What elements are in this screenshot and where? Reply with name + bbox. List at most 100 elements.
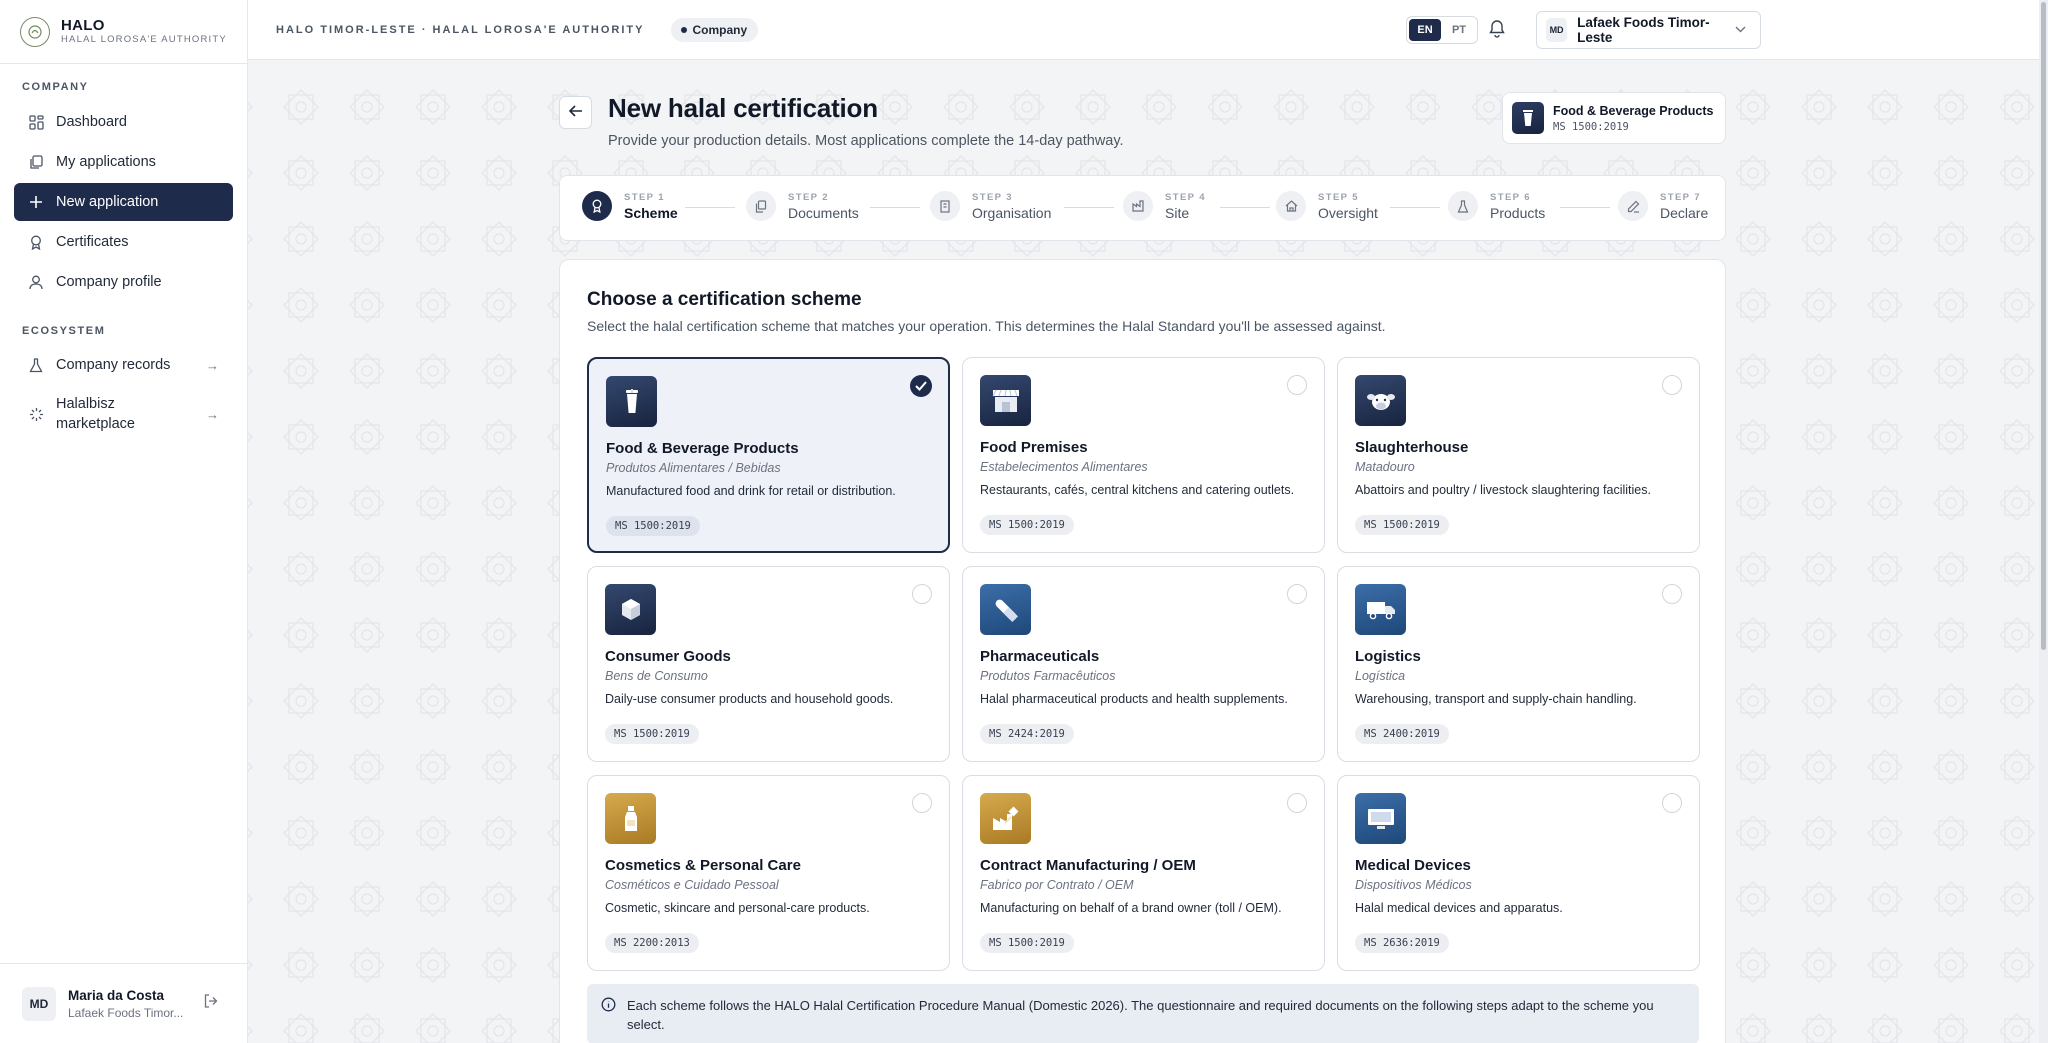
radio-button[interactable] <box>912 793 932 813</box>
selected-scheme-code: MS 1500:2019 <box>1553 120 1629 133</box>
flask-icon <box>1448 191 1478 221</box>
step-number: STEP 1 <box>624 191 665 203</box>
scheme-name: Pharmaceuticals <box>980 648 1100 665</box>
award-icon <box>582 191 612 221</box>
scrollbar-thumb[interactable] <box>2041 2 2046 650</box>
role-badge: Company <box>670 17 759 42</box>
sidebar-item-my-applications[interactable]: My applications <box>14 143 233 181</box>
brand[interactable]: HALO HALAL LOROSA'E AUTHORITY <box>0 0 247 64</box>
logout-icon[interactable] <box>203 993 219 1014</box>
step-documents[interactable]: STEP 2 Documents <box>746 191 859 221</box>
plus-icon <box>28 194 44 210</box>
page-title: New halal certification <box>608 93 878 123</box>
scheme-alt-name: Fabrico por Contrato / OEM <box>980 878 1134 892</box>
bell-icon[interactable] <box>1488 18 1506 43</box>
scheme-card-consumer-goods[interactable]: Consumer Goods Bens de Consumo Daily-use… <box>587 566 950 762</box>
nav-section-ecosystem: ECOSYSTEM <box>22 325 106 337</box>
step-name: Organisation <box>972 204 1052 221</box>
bottle-icon <box>605 793 656 844</box>
scheme-card-contract-manufacturing[interactable]: Contract Manufacturing / OEM Fabrico por… <box>962 775 1325 971</box>
selected-scheme-name: Food & Beverage Products <box>1553 103 1714 118</box>
sidebar-item-company-profile[interactable]: Company profile <box>14 263 233 301</box>
step-name: Products <box>1490 204 1546 221</box>
sidebar-item-label: My applications <box>56 154 156 170</box>
radio-button[interactable] <box>1287 793 1307 813</box>
step-name: Scheme <box>624 204 678 221</box>
radio-button[interactable] <box>1287 375 1307 395</box>
lang-en-button[interactable]: EN <box>1409 19 1441 41</box>
step-scheme[interactable]: STEP 1 Scheme <box>582 191 678 221</box>
scheme-code: MS 2636:2019 <box>1355 933 1449 953</box>
sidebar-item-label: Company profile <box>56 274 162 290</box>
radio-button[interactable] <box>1662 375 1682 395</box>
arrow-right-icon: → <box>206 357 219 373</box>
scheme-description: Daily-use consumer products and househol… <box>605 692 894 706</box>
store-icon <box>980 375 1031 426</box>
scheme-description: Halal pharmaceutical products and health… <box>980 692 1288 706</box>
radio-button[interactable] <box>1662 584 1682 604</box>
halo-logo-icon <box>20 16 50 47</box>
factory-icon <box>980 793 1031 844</box>
scheme-code: MS 2400:2019 <box>1355 724 1449 744</box>
arrow-left-icon <box>568 104 583 122</box>
scrollbar[interactable] <box>2039 0 2048 1043</box>
scheme-name: Logistics <box>1355 648 1421 665</box>
step-site[interactable]: STEP 4 Site <box>1123 191 1206 221</box>
lang-pt-button[interactable]: PT <box>1443 19 1475 41</box>
step-name: Oversight <box>1318 204 1378 221</box>
scheme-alt-name: Bens de Consumo <box>605 669 708 683</box>
panel-subtitle: Select the halal certification scheme th… <box>587 318 1386 334</box>
step-connector <box>1064 207 1114 208</box>
panel-title: Choose a certification scheme <box>587 289 862 310</box>
scheme-description: Manufactured food and drink for retail o… <box>606 484 896 498</box>
scheme-card-food-beverage[interactable]: Food & Beverage Products Produtos Alimen… <box>587 357 950 553</box>
scheme-description: Manufacturing on behalf of a brand owner… <box>980 901 1282 915</box>
sidebar: HALO HALAL LOROSA'E AUTHORITY COMPANY Da… <box>0 0 248 1043</box>
sidebar-item-label: Certificates <box>56 234 129 250</box>
scheme-card-food-premises[interactable]: Food Premises Estabelecimentos Alimentar… <box>962 357 1325 553</box>
box-icon <box>605 584 656 635</box>
stepper: STEP 1 Scheme STEP 2 Documents STEP 3 Organ… <box>559 175 1726 241</box>
sidebar-item-certificates[interactable]: Certificates <box>14 223 233 261</box>
scheme-description: Abattoirs and poultry / livestock slaugh… <box>1355 483 1651 497</box>
scheme-alt-name: Matadouro <box>1355 460 1415 474</box>
back-button[interactable] <box>559 96 592 129</box>
step-oversight[interactable]: STEP 5 Oversight <box>1276 191 1378 221</box>
user-name: Maria da Costa <box>68 987 165 1003</box>
sidebar-item-company-records[interactable]: Company records → <box>14 346 233 384</box>
step-organisation[interactable]: STEP 3 Organisation <box>930 191 1051 221</box>
radio-button[interactable] <box>912 584 932 604</box>
pen-icon <box>1618 191 1648 221</box>
step-number: STEP 3 <box>972 191 1013 203</box>
step-products[interactable]: STEP 6 Products <box>1448 191 1545 221</box>
step-number: STEP 5 <box>1318 191 1359 203</box>
sidebar-item-dashboard[interactable]: Dashboard <box>14 103 233 141</box>
cup-icon <box>606 376 657 427</box>
scheme-code: MS 1500:2019 <box>605 724 699 744</box>
scheme-card-medical-devices[interactable]: Medical Devices Dispositivos Médicos Hal… <box>1337 775 1700 971</box>
avatar[interactable]: MD <box>22 986 56 1021</box>
scheme-code: MS 1500:2019 <box>980 933 1074 953</box>
step-number: STEP 6 <box>1490 191 1531 203</box>
scheme-card-logistics[interactable]: Logistics Logística Warehousing, transpo… <box>1337 566 1700 762</box>
scheme-name: Slaughterhouse <box>1355 439 1469 456</box>
truck-icon <box>1355 584 1406 635</box>
org-select[interactable]: MD Lafaek Foods Timor-Leste <box>1536 11 1761 49</box>
scheme-card-pharmaceuticals[interactable]: Pharmaceuticals Produtos Farmacêuticos H… <box>962 566 1325 762</box>
step-declare[interactable]: STEP 7 Declare <box>1618 191 1708 221</box>
pill-icon <box>980 584 1031 635</box>
radio-button[interactable] <box>1662 793 1682 813</box>
scheme-card-cosmetics[interactable]: Cosmetics & Personal Care Cosméticos e C… <box>587 775 950 971</box>
scheme-card-slaughterhouse[interactable]: Slaughterhouse Matadouro Abattoirs and p… <box>1337 357 1700 553</box>
scheme-description: Restaurants, cafés, central kitchens and… <box>980 483 1295 497</box>
flask-icon <box>28 357 44 373</box>
scheme-panel: Choose a certification scheme Select the… <box>559 259 1726 1043</box>
sidebar-item-new-application[interactable]: New application <box>14 183 233 221</box>
scheme-code: MS 1500:2019 <box>1355 515 1449 535</box>
sidebar-item-halalbisz-marketplace[interactable]: Halalbisz marketplace → <box>14 386 233 442</box>
step-number: STEP 4 <box>1165 191 1206 203</box>
home-icon <box>1276 191 1306 221</box>
org-avatar: MD <box>1546 18 1568 42</box>
radio-button[interactable] <box>1287 584 1307 604</box>
sidebar-item-label: Dashboard <box>56 114 127 130</box>
